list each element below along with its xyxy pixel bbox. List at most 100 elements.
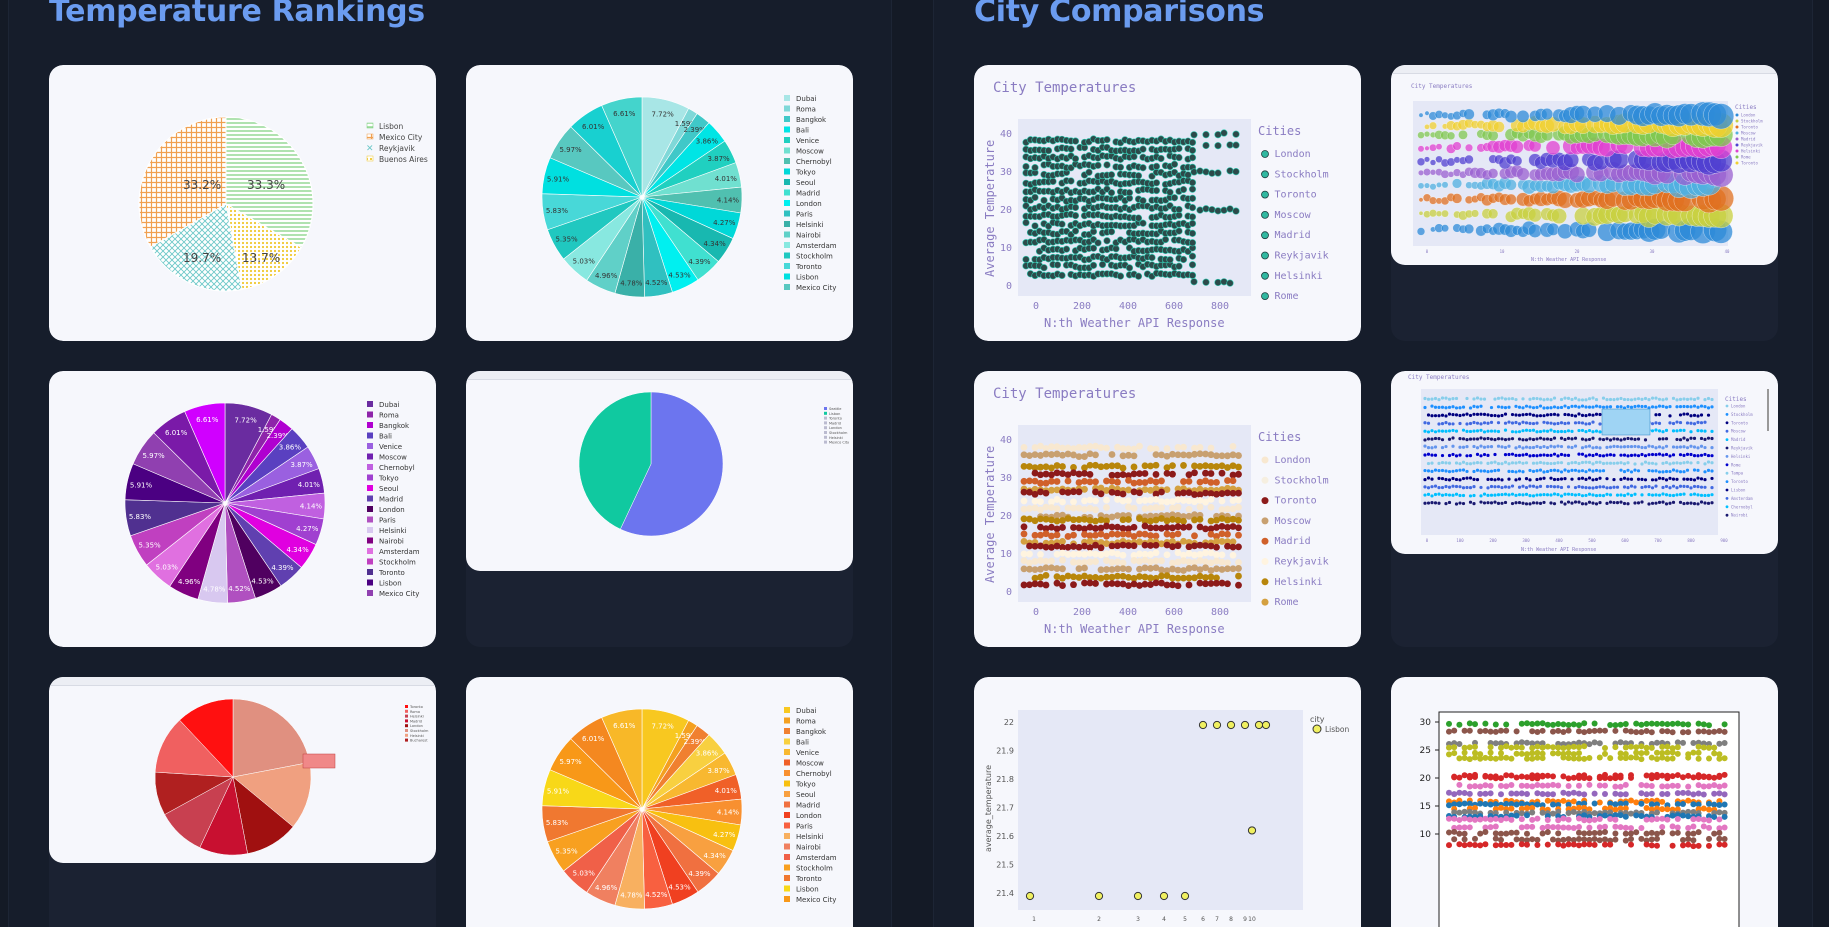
chart-card-pie-red[interactable]: Toronto Roma Helsinki Madrid London Stockholm… — [49, 677, 436, 927]
chart-card-pie-patterned[interactable]: 33.2% 33.3% 19.7% 13.7% Lisbon Mexico Ci… — [49, 65, 436, 341]
data-point — [1689, 461, 1693, 465]
data-point — [1472, 816, 1478, 823]
data-point — [1640, 462, 1644, 466]
chart-card-scatter-teal[interactable]: City Temperatures 0 200 400 600 800 0 10 20 30 40… — [974, 65, 1361, 341]
slice-label: 4.14% — [717, 197, 740, 205]
data-point — [1232, 207, 1240, 215]
y-axis-label: Average Temperature — [983, 140, 997, 277]
legend-item: Moscow — [1741, 131, 1756, 136]
data-point — [1524, 791, 1530, 798]
data-point — [1535, 461, 1539, 465]
y-tick-label: 21.4 — [996, 889, 1014, 898]
data-point — [1695, 829, 1702, 836]
data-point — [1685, 830, 1692, 837]
data-point — [1461, 437, 1466, 441]
data-point — [1528, 478, 1532, 482]
chart-card-pie-screenshot[interactable]: Seattle Lisbon Toronto Madrid London Stockhol… — [466, 371, 853, 647]
data-point — [1446, 789, 1452, 796]
bubble — [1528, 208, 1542, 223]
chart-card-pie-teal[interactable]: 7.72% 1.59% 2.39% 3.86% 3.87% 4.01% 4.14% 4.27%… — [466, 65, 853, 341]
data-point — [1619, 461, 1623, 465]
legend-swatch — [367, 464, 373, 470]
legend-item: Lisbon — [379, 580, 402, 588]
data-point — [1576, 815, 1582, 822]
data-point — [1674, 801, 1681, 808]
data-point — [1444, 421, 1448, 425]
data-point — [1426, 452, 1431, 456]
data-point — [1451, 444, 1455, 448]
data-point — [1695, 749, 1702, 756]
data-point — [1692, 502, 1697, 506]
chart-card-scatter-lisbon[interactable]: 22 21.9 21.8 21.7 21.6 21.5 21.4 1 2 3 4 5 6 7 8 9 10 av… — [974, 677, 1361, 927]
data-point — [1188, 204, 1197, 212]
data-point — [1461, 836, 1468, 843]
legend-marker — [1261, 537, 1269, 545]
legend-item: Lisbon — [796, 274, 819, 282]
data-point — [1444, 444, 1448, 449]
city-comparisons-column: City Comparisons City Temperatures 0 200 4… — [933, 0, 1813, 927]
chart-card-scatter-mpl[interactable]: 30 25 20 15 10 — [1391, 677, 1778, 927]
slice-label: 6.61% — [613, 722, 636, 730]
data-point — [1456, 781, 1463, 788]
chart-card-bubble[interactable]: City Temperatures N:th Weather API Respo… — [1391, 65, 1778, 341]
data-point — [1675, 429, 1679, 433]
data-point — [1648, 829, 1655, 836]
data-point — [1423, 453, 1427, 457]
data-point — [1664, 502, 1669, 506]
data-point — [1071, 211, 1080, 220]
data-point — [1640, 477, 1644, 482]
legend-swatch — [784, 885, 790, 892]
data-point — [1608, 500, 1613, 504]
data-point — [1444, 469, 1448, 473]
chart-card-scatter-earth[interactable]: City Temperatures 0 200 400 600 800 0 10 20 30 40… — [974, 371, 1361, 647]
data-point — [1690, 830, 1697, 837]
legend-item: Roma — [410, 710, 420, 714]
data-point — [1507, 493, 1511, 497]
data-point — [1524, 428, 1529, 432]
data-point — [1493, 493, 1497, 497]
data-point — [1633, 799, 1640, 806]
data-point — [1721, 813, 1728, 820]
legend-swatch — [367, 516, 373, 523]
data-point — [1232, 130, 1240, 138]
data-point — [1626, 397, 1630, 402]
data-point — [1669, 782, 1676, 789]
data-point — [1454, 484, 1459, 489]
data-point — [1229, 477, 1237, 485]
data-point — [1674, 782, 1681, 789]
data-point — [1602, 750, 1608, 757]
data-point — [1664, 478, 1669, 482]
data-point — [1685, 477, 1690, 481]
data-point — [1596, 740, 1603, 747]
data-point — [1454, 396, 1459, 401]
data-point — [1617, 791, 1624, 798]
data-point — [1633, 729, 1640, 736]
data-point — [1538, 414, 1543, 418]
data-point — [1560, 797, 1567, 804]
data-point — [1440, 476, 1445, 481]
pie-chart-two-slice: SeattleLisbonTorontoMadridLondonStockhol… — [578, 391, 849, 537]
scrollbar[interactable] — [1767, 389, 1769, 431]
chart-card-pie-purple[interactable]: 7.72% 1.59% 2.39% 3.86% 3.87% 4.01% 4.14% 4.27%… — [49, 371, 436, 647]
data-point — [1552, 452, 1557, 456]
slice-label: 33.2% — [183, 178, 221, 192]
data-point — [1643, 841, 1650, 848]
legend-item: London — [1731, 404, 1746, 409]
data-point — [1180, 443, 1187, 451]
data-point — [1643, 404, 1648, 409]
data-point — [1513, 750, 1520, 757]
data-point — [1465, 462, 1469, 466]
data-point — [1640, 493, 1644, 497]
data-point — [1528, 493, 1532, 498]
data-point — [1648, 816, 1655, 823]
chart-card-scatter-blue[interactable]: City Temperatures N:th Weather API Respo… — [1391, 371, 1778, 647]
data-point — [1444, 461, 1448, 465]
data-point — [1486, 486, 1490, 490]
data-point — [1538, 501, 1543, 505]
data-point — [1224, 580, 1231, 588]
data-point — [1487, 755, 1494, 762]
data-point — [1261, 720, 1271, 730]
chart-card-pie-orange[interactable]: 7.72% 1.59% 2.39% 3.86% 3.87% 4.01% 4.14% 4.27%… — [466, 677, 853, 927]
data-point — [1626, 461, 1630, 465]
x-tick-label: 600 — [1165, 607, 1183, 618]
